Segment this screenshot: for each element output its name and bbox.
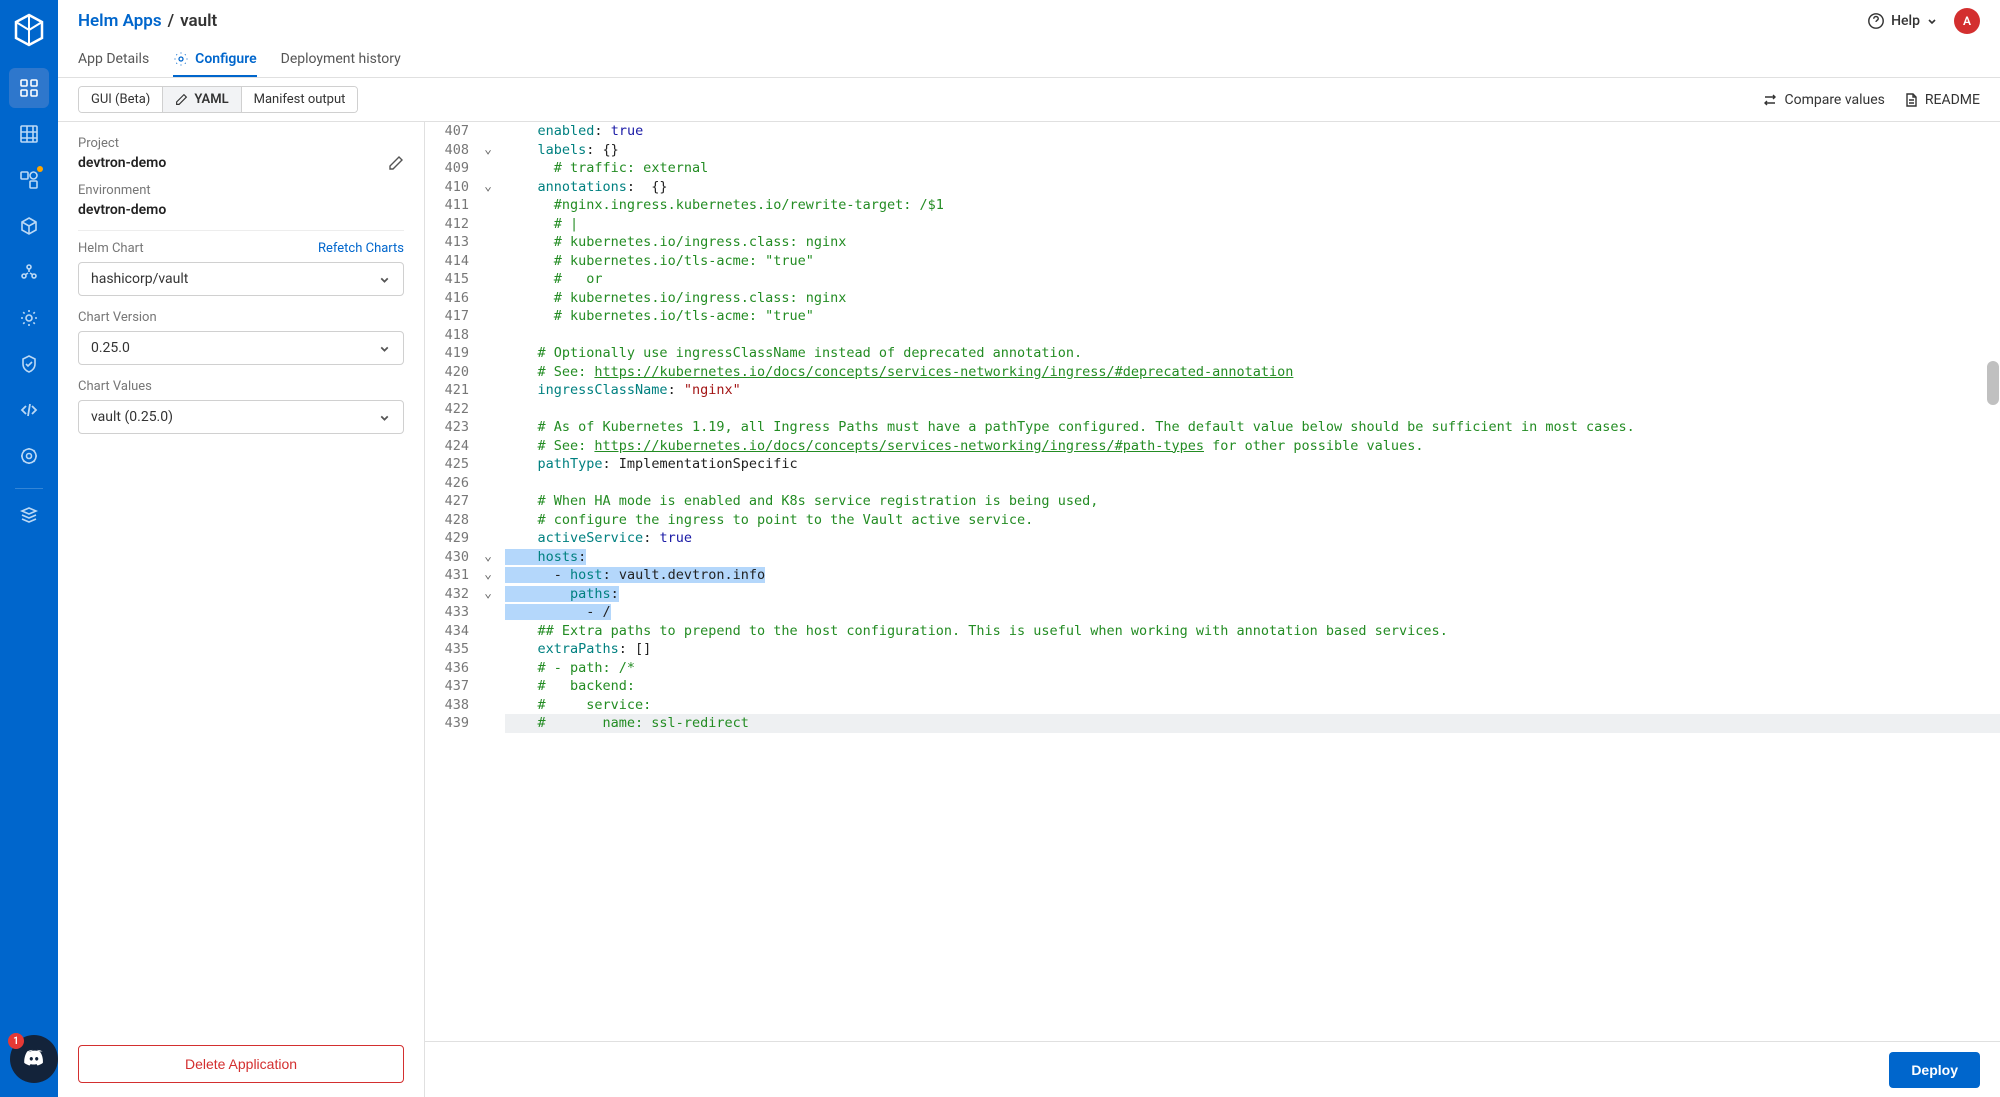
nav-gear[interactable] — [9, 436, 49, 476]
helm-chart-label: Helm Chart — [78, 241, 144, 256]
chart-version-label: Chart Version — [78, 310, 404, 325]
help-icon — [1867, 12, 1885, 30]
subtabs-row: GUI (Beta) YAML Manifest output Compare … — [58, 78, 2000, 122]
nav-settings[interactable] — [9, 298, 49, 338]
view-toggle: GUI (Beta) YAML Manifest output — [78, 86, 358, 113]
pencil-icon — [175, 93, 188, 106]
topbar: Helm Apps / vault Help A — [58, 0, 2000, 42]
discord-badge: 1 — [8, 1033, 24, 1049]
breadcrumb: Helm Apps / vault — [78, 11, 217, 31]
editor-scrollbar-thumb[interactable] — [1987, 361, 1999, 405]
avatar[interactable]: A — [1954, 8, 1980, 34]
edit-project-button[interactable] — [388, 155, 404, 171]
fold-toggle[interactable]: ⌄ — [479, 141, 497, 160]
chevron-down-icon — [378, 411, 391, 424]
fold-toggle[interactable]: ⌄ — [479, 566, 497, 585]
editor-code[interactable]: enabled: true labels: {} # traffic: exte… — [497, 122, 2000, 1041]
fold-toggle[interactable]: ⌄ — [479, 585, 497, 604]
nav-resource-browser[interactable] — [9, 160, 49, 200]
env-value: devtron-demo — [78, 202, 404, 218]
nav-apps[interactable] — [9, 68, 49, 108]
editor-gutter: 4074084094104114124134144154164174184194… — [425, 122, 479, 1041]
devtron-logo[interactable] — [11, 12, 47, 48]
project-label: Project — [78, 136, 404, 151]
help-button[interactable]: Help — [1867, 12, 1938, 30]
delete-application-button[interactable]: Delete Application — [78, 1045, 404, 1083]
nav-stack[interactable] — [9, 495, 49, 535]
left-nav: 1 — [0, 0, 58, 1097]
config-panel: Project devtron-demo Environment devtron… — [58, 122, 424, 1097]
nav-shield[interactable] — [9, 344, 49, 384]
nav-divider — [15, 488, 43, 489]
seg-yaml[interactable]: YAML — [162, 87, 240, 112]
breadcrumb-current: vault — [180, 11, 217, 31]
tab-deployment-history[interactable]: Deployment history — [281, 43, 401, 77]
seg-manifest[interactable]: Manifest output — [241, 87, 358, 112]
tab-configure[interactable]: Configure — [173, 43, 256, 77]
chart-values-select[interactable]: vault (0.25.0) — [78, 400, 404, 434]
yaml-editor[interactable]: 4074084094104114124134144154164174184194… — [425, 122, 2000, 1041]
compare-values-button[interactable]: Compare values — [1762, 92, 1884, 108]
badge-dot-icon — [37, 166, 43, 172]
breadcrumb-sep: / — [168, 11, 174, 31]
nav-code[interactable] — [9, 390, 49, 430]
document-icon — [1903, 92, 1919, 108]
tabs: App Details Configure Deployment history — [58, 42, 2000, 78]
nav-cube[interactable] — [9, 206, 49, 246]
chevron-down-icon — [378, 273, 391, 286]
chart-values-label: Chart Values — [78, 379, 404, 394]
editor-scrollbar[interactable] — [1986, 122, 2000, 1041]
breadcrumb-root[interactable]: Helm Apps — [78, 11, 162, 31]
editor-wrap: 4074084094104114124134144154164174184194… — [424, 122, 2000, 1097]
fold-toggle[interactable]: ⌄ — [479, 178, 497, 197]
chevron-down-icon — [378, 342, 391, 355]
seg-gui[interactable]: GUI (Beta) — [79, 87, 162, 112]
fold-toggle[interactable]: ⌄ — [479, 548, 497, 567]
swap-icon — [1762, 92, 1778, 108]
deploy-button[interactable]: Deploy — [1889, 1052, 1980, 1088]
discord-button[interactable]: 1 — [10, 1035, 58, 1083]
chart-version-select[interactable]: 0.25.0 — [78, 331, 404, 365]
readme-button[interactable]: README — [1903, 92, 1980, 108]
editor-fold-column: ⌄⌄⌄⌄⌄ — [479, 122, 497, 1041]
gear-icon — [173, 51, 189, 67]
nav-grid[interactable] — [9, 114, 49, 154]
refetch-charts-link[interactable]: Refetch Charts — [318, 241, 404, 256]
nav-cluster[interactable] — [9, 252, 49, 292]
tab-app-details[interactable]: App Details — [78, 43, 149, 77]
pencil-icon — [388, 155, 404, 171]
editor-footer: Deploy — [425, 1041, 2000, 1097]
helm-chart-select[interactable]: hashicorp/vault — [78, 262, 404, 296]
env-label: Environment — [78, 183, 404, 198]
chevron-down-icon — [1926, 15, 1938, 27]
project-value: devtron-demo — [78, 155, 166, 171]
